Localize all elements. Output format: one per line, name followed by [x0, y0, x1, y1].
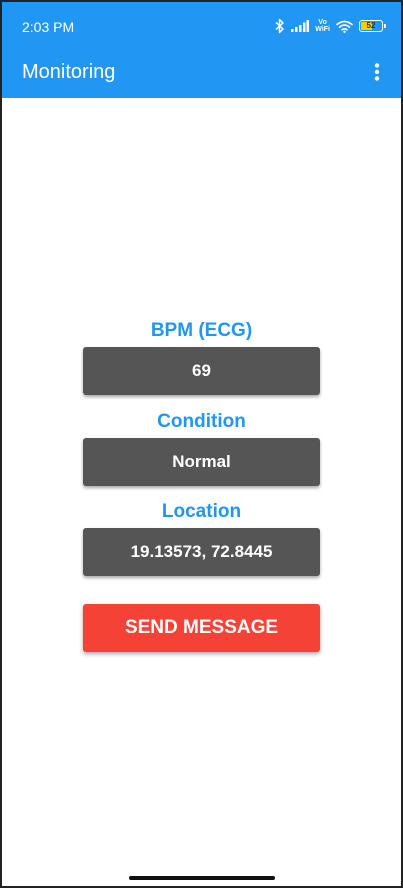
send-message-button[interactable]: SEND MESSAGE [83, 604, 320, 652]
signal-icon [291, 20, 310, 32]
phone-screen: 2:03 PM Vo WiFi 52 Monitoring BPM (ECG) … [0, 0, 403, 888]
status-bar: 2:03 PM Vo WiFi 52 [2, 2, 401, 42]
bluetooth-icon [275, 18, 285, 34]
app-bar: 2:03 PM Vo WiFi 52 Monitoring [2, 2, 401, 98]
overflow-menu-button[interactable] [367, 58, 387, 86]
bpm-value-field: 69 [83, 347, 320, 395]
vowifi-icon: Vo WiFi [315, 19, 330, 33]
wifi-icon [336, 20, 353, 33]
app-title: Monitoring [22, 61, 116, 83]
vowifi-line2: WiFi [315, 26, 330, 33]
vowifi-line1: Vo [318, 19, 327, 26]
battery-level: 52 [366, 21, 376, 30]
status-time: 2:03 PM [22, 19, 75, 35]
condition-value-field: Normal [83, 438, 320, 486]
battery-icon: 52 [359, 20, 386, 32]
location-value-field: 19.13573, 72.8445 [83, 528, 320, 576]
more-vertical-icon [374, 63, 380, 81]
home-indicator[interactable] [129, 876, 275, 880]
condition-label: Condition [157, 411, 246, 432]
bpm-label: BPM (ECG) [150, 320, 253, 341]
location-label: Location [161, 501, 242, 522]
status-icons: Vo WiFi 52 [275, 16, 386, 36]
